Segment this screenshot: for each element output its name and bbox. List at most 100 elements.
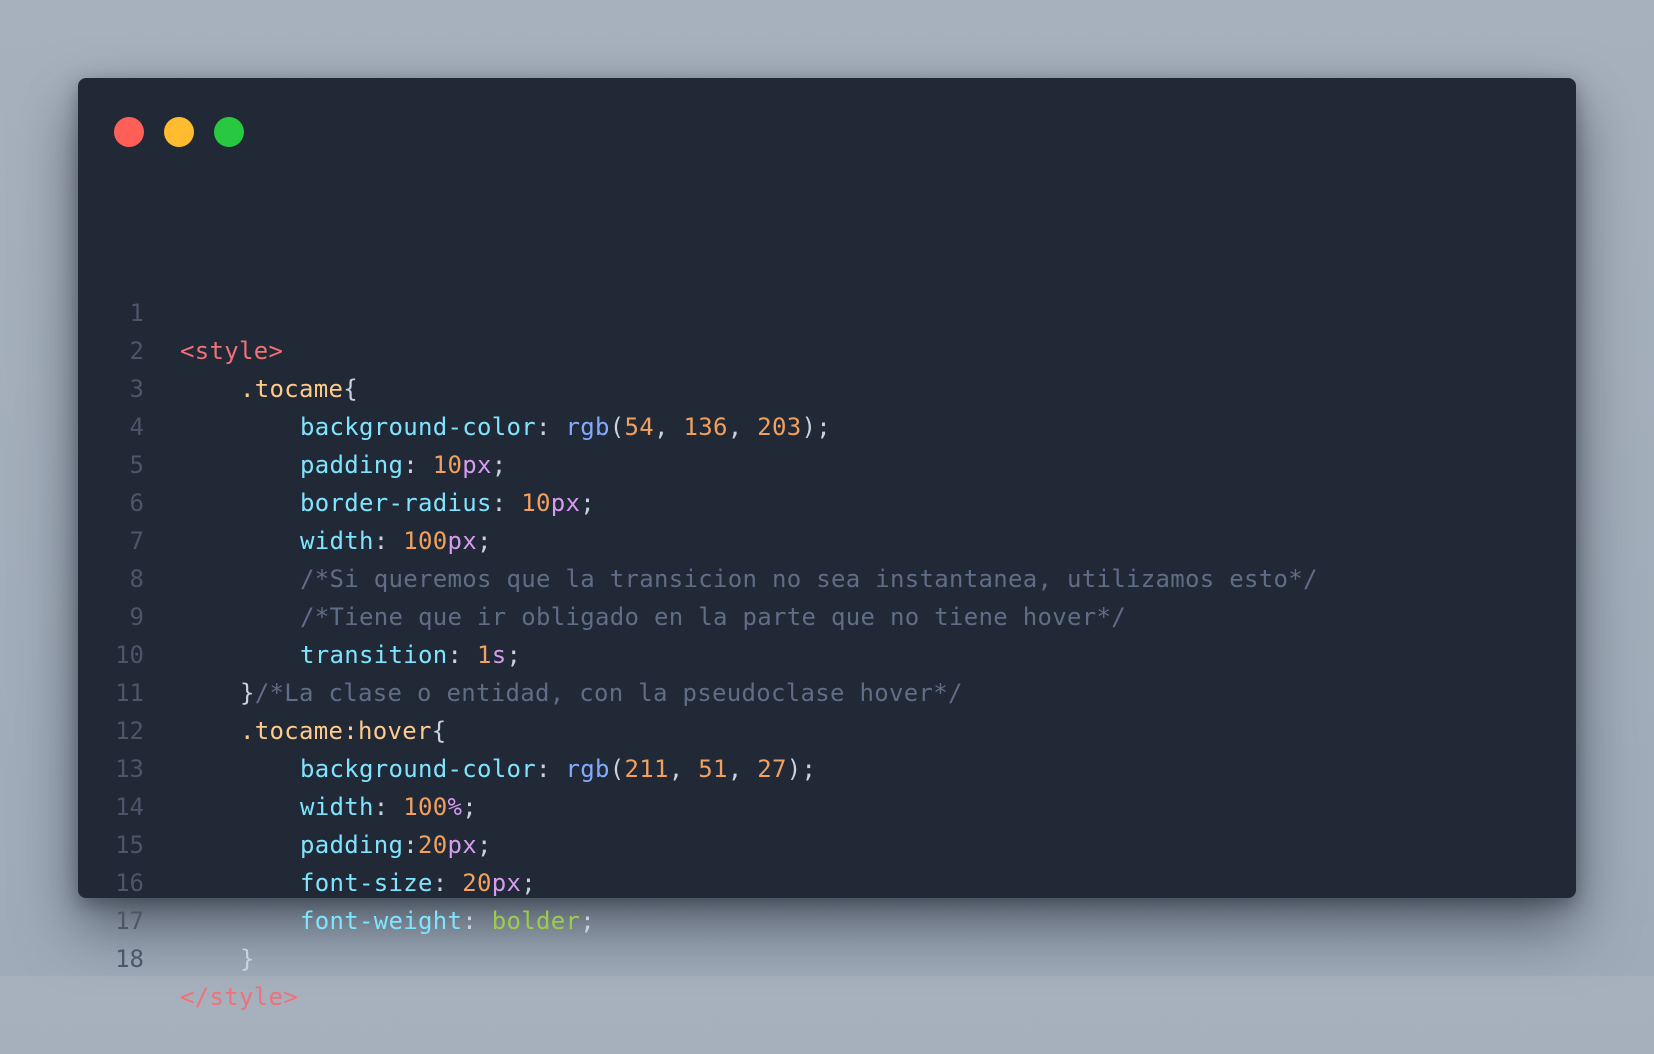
code-token: 203 bbox=[757, 413, 802, 441]
code-token: font-size bbox=[300, 869, 433, 897]
code-token: : bbox=[432, 869, 463, 897]
code-window: 1 <style> 2 .tocame{ 3 background-color:… bbox=[78, 78, 1576, 1011]
code-line: 13 width: 100%; bbox=[78, 712, 477, 821]
code-token: px bbox=[491, 869, 522, 897]
code-line: 15 font-size: 20px; bbox=[78, 788, 536, 897]
code-line: 11 .tocame:hover{ bbox=[78, 636, 446, 745]
code-token: { bbox=[343, 375, 358, 403]
code-token: 54 bbox=[624, 413, 654, 441]
close-dot-icon[interactable] bbox=[114, 117, 144, 147]
code-token: % bbox=[447, 793, 463, 821]
code-line: 16 font-weight: bolder; bbox=[78, 826, 595, 935]
maximize-dot-icon[interactable] bbox=[214, 117, 244, 147]
line-text: background-color: rgb(54, 136, 203); bbox=[180, 408, 831, 446]
code-token: , bbox=[654, 413, 684, 441]
code-token: } bbox=[240, 679, 255, 707]
code-token: px bbox=[447, 527, 477, 555]
code-line: 14 padding:20px; bbox=[78, 750, 491, 859]
code-token: .tocame bbox=[240, 375, 344, 403]
line-text: transition: 1s; bbox=[180, 636, 521, 674]
code-line: 8 /*Tiene que ir obligado en la parte qu… bbox=[78, 522, 1126, 631]
code-token: } bbox=[240, 945, 255, 973]
code-token: 100 bbox=[403, 793, 448, 821]
code-token: px bbox=[550, 489, 581, 517]
code-token: width bbox=[300, 527, 374, 555]
code-token: : bbox=[491, 489, 522, 517]
code-token: ( bbox=[609, 755, 625, 783]
code-token: , bbox=[727, 755, 758, 783]
line-text: padding:20px; bbox=[180, 826, 492, 864]
line-text: .tocame:hover{ bbox=[180, 712, 447, 750]
code-line: 9 transition: 1s; bbox=[78, 560, 521, 669]
code-token: px bbox=[447, 831, 477, 859]
code-token: ; bbox=[580, 489, 595, 517]
line-text: background-color: rgb(211, 51, 27); bbox=[180, 750, 816, 788]
code-token: : bbox=[403, 831, 418, 859]
window-controls bbox=[114, 117, 244, 147]
code-token: width bbox=[300, 793, 374, 821]
code-line: 12 background-color: rgb(211, 51, 27); bbox=[78, 674, 816, 783]
code-line: 1 <style> bbox=[78, 256, 283, 365]
code-token: : bbox=[373, 793, 404, 821]
code-token: .tocame:hover bbox=[240, 717, 432, 745]
code-token: rgb bbox=[565, 413, 610, 441]
code-token: 51 bbox=[698, 755, 728, 783]
code-token: ; bbox=[580, 907, 595, 935]
code-token: 27 bbox=[757, 755, 787, 783]
code-token: transition bbox=[300, 641, 448, 669]
code-line: 10 }/*La clase o entidad, con la pseudoc… bbox=[78, 598, 962, 707]
code-token: 10 bbox=[521, 489, 551, 517]
code-token: : bbox=[447, 641, 477, 669]
code-token: : bbox=[373, 527, 404, 555]
code-token: border-radius bbox=[300, 489, 492, 517]
line-text: border-radius: 10px; bbox=[180, 484, 595, 522]
line-text: <style> bbox=[180, 332, 283, 370]
code-line: 4 padding: 10px; bbox=[78, 370, 507, 479]
code-token: ; bbox=[462, 793, 477, 821]
code-token: </style> bbox=[180, 983, 298, 1011]
code-token: bolder bbox=[491, 907, 581, 935]
code-token: 100 bbox=[403, 527, 448, 555]
code-token: <style> bbox=[180, 337, 284, 365]
code-line: 5 border-radius: 10px; bbox=[78, 408, 595, 517]
code-token: ; bbox=[477, 831, 492, 859]
code-line: 17 } bbox=[78, 864, 254, 973]
code-token: ; bbox=[506, 641, 522, 669]
code-token: ( bbox=[609, 413, 625, 441]
code-line: 6 width: 100px; bbox=[78, 446, 492, 555]
code-token: : bbox=[536, 755, 566, 783]
minimize-dot-icon[interactable] bbox=[164, 117, 194, 147]
code-token: /*Si queremos que la transicion no sea i… bbox=[300, 565, 1318, 593]
line-text: </style> bbox=[180, 978, 298, 1016]
code-block: 1 <style> 2 .tocame{ 3 background-color:… bbox=[78, 256, 1318, 1011]
code-token: 1 bbox=[477, 641, 492, 669]
code-token: ; bbox=[521, 869, 536, 897]
code-line: 7 /*Si queremos que la transicion no sea… bbox=[78, 484, 1318, 593]
code-line: 18 </style> bbox=[78, 902, 298, 1011]
line-text: font-size: 20px; bbox=[180, 864, 536, 902]
code-line: 3 background-color: rgb(54, 136, 203); bbox=[78, 332, 831, 441]
code-token: padding bbox=[300, 451, 404, 479]
code-line: 2 .tocame{ bbox=[78, 294, 358, 403]
code-token: background-color bbox=[300, 755, 536, 783]
code-token: font-weight bbox=[300, 907, 463, 935]
code-token: 20 bbox=[418, 831, 448, 859]
code-token: s bbox=[491, 641, 507, 669]
code-token: { bbox=[431, 717, 447, 745]
code-token: ; bbox=[491, 451, 507, 479]
line-number: 18 bbox=[115, 945, 144, 973]
line-text: }/*La clase o entidad, con la pseudoclas… bbox=[180, 674, 963, 712]
line-text: } bbox=[180, 940, 255, 978]
code-token: ; bbox=[477, 527, 492, 555]
code-token: 10 bbox=[432, 451, 463, 479]
code-token: 211 bbox=[624, 755, 669, 783]
code-token: px bbox=[462, 451, 492, 479]
line-text: width: 100%; bbox=[180, 788, 477, 826]
code-token: 136 bbox=[683, 413, 728, 441]
line-text: .tocame{ bbox=[180, 370, 358, 408]
code-token: : bbox=[536, 413, 566, 441]
code-token: /*La clase o entidad, con la pseudoclase… bbox=[254, 679, 963, 707]
line-text: padding: 10px; bbox=[180, 446, 507, 484]
line-text: /*Si queremos que la transicion no sea i… bbox=[180, 560, 1318, 598]
code-token: background-color bbox=[300, 413, 536, 441]
